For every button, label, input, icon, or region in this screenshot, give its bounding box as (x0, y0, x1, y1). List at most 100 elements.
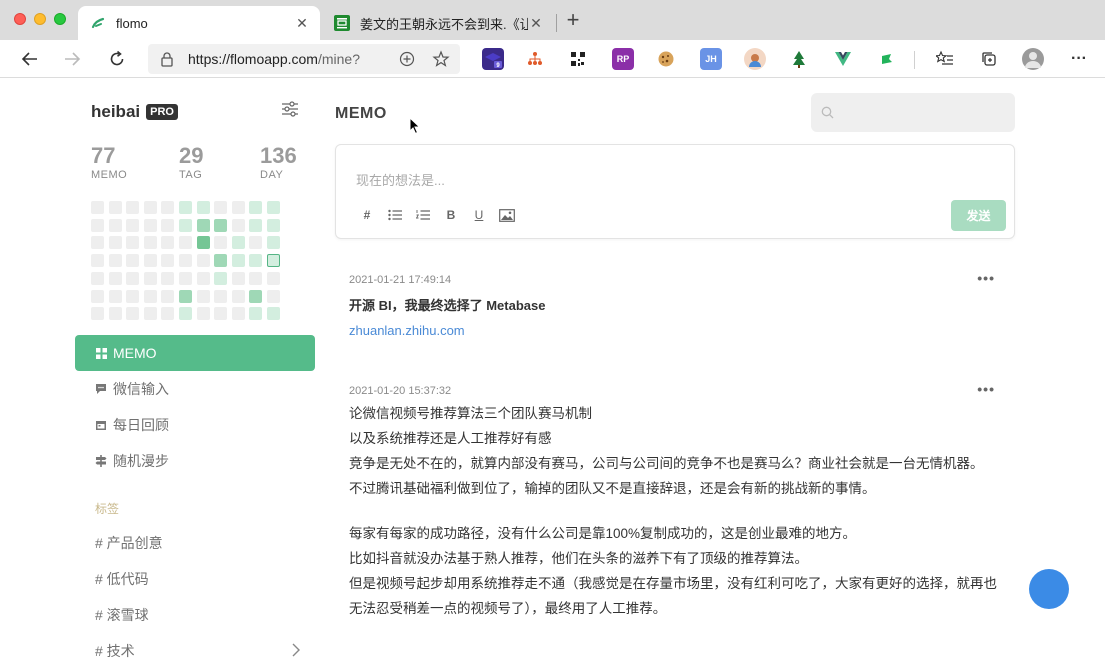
heatmap-cell[interactable] (267, 307, 280, 321)
nav-wechat-input[interactable]: 微信输入 (75, 371, 315, 407)
heatmap-cell[interactable] (249, 254, 263, 268)
heatmap-cell[interactable] (126, 254, 140, 268)
heatmap-cell[interactable] (161, 236, 175, 250)
heatmap-cell[interactable] (267, 236, 280, 250)
heatmap-cell[interactable] (126, 236, 140, 250)
heatmap-cell[interactable] (249, 218, 263, 232)
heatmap-cell[interactable] (91, 218, 104, 232)
tag-item[interactable]: # 滚雪球 (75, 597, 315, 633)
heatmap-cell[interactable] (108, 201, 122, 214)
heatmap-cell[interactable] (267, 271, 280, 285)
heatmap-cell[interactable] (91, 254, 104, 268)
nav-memo[interactable]: MEMO (75, 335, 315, 371)
sitemap-icon[interactable] (524, 48, 546, 70)
heatmap-cell[interactable] (267, 254, 280, 268)
reading-list-icon[interactable] (934, 48, 956, 70)
qrcode-icon[interactable] (567, 48, 589, 70)
heatmap-cell[interactable] (91, 271, 104, 285)
heatmap-cell[interactable] (267, 201, 280, 214)
heatmap-cell[interactable] (161, 218, 175, 232)
heatmap-cell[interactable] (214, 307, 228, 321)
numbered-list-icon[interactable] (414, 207, 432, 223)
collections-icon[interactable] (978, 48, 1000, 70)
heatmap-cell[interactable] (249, 307, 263, 321)
heatmap-cell[interactable] (231, 236, 245, 250)
heatmap-cell[interactable] (267, 289, 280, 303)
hashtag-icon[interactable]: # (358, 207, 376, 223)
heatmap-cell[interactable] (91, 201, 104, 214)
more-options-icon[interactable]: ••• (977, 381, 995, 397)
heatmap-cell[interactable] (126, 271, 140, 285)
flag-icon[interactable] (876, 48, 898, 70)
heatmap-cell[interactable] (214, 289, 228, 303)
tag-item-tech[interactable]: # 技术 (75, 633, 315, 669)
heatmap-cell[interactable] (179, 236, 192, 250)
add-to-collection-icon[interactable] (398, 50, 416, 73)
heatmap-cell[interactable] (161, 271, 175, 285)
heatmap-cell[interactable] (126, 307, 140, 321)
close-tab-icon[interactable]: ✕ (528, 15, 544, 31)
heatmap-cell[interactable] (161, 289, 175, 303)
nav-random-walk[interactable]: 随机漫步 (75, 443, 315, 479)
heatmap-cell[interactable] (91, 307, 104, 321)
floating-action-button[interactable] (1029, 569, 1069, 609)
profile-avatar-icon[interactable] (1022, 48, 1044, 70)
memo-link[interactable]: zhuanlan.zhihu.com (349, 323, 1015, 338)
heatmap-cell[interactable] (249, 236, 263, 250)
underline-icon[interactable]: U (470, 207, 488, 223)
heatmap-cell[interactable] (143, 271, 157, 285)
close-tab-icon[interactable]: ✕ (294, 15, 310, 31)
heatmap-cell[interactable] (161, 201, 175, 214)
heatmap-cell[interactable] (108, 271, 122, 285)
heatmap-cell[interactable] (179, 289, 192, 303)
heatmap-cell[interactable] (231, 201, 245, 214)
tab-douban[interactable]: 姜文的王朝永远不会到来.《让子 ✕ (322, 6, 554, 40)
heatmap-cell[interactable] (143, 307, 157, 321)
heatmap-cell[interactable] (161, 307, 175, 321)
bullet-list-icon[interactable] (386, 207, 404, 223)
heatmap-cell[interactable] (196, 254, 210, 268)
new-tab-button[interactable]: + (562, 9, 584, 32)
heatmap-cell[interactable] (249, 271, 263, 285)
heatmap-cell[interactable] (179, 218, 192, 232)
heatmap-cell[interactable] (196, 307, 210, 321)
heatmap-cell[interactable] (108, 307, 122, 321)
search-input[interactable] (811, 93, 1015, 132)
more-options-icon[interactable]: ••• (977, 270, 995, 286)
heatmap-cell[interactable] (179, 254, 192, 268)
heatmap-cell[interactable] (108, 218, 122, 232)
settings-sliders-icon[interactable] (281, 101, 299, 122)
heatmap-cell[interactable] (214, 218, 228, 232)
memo-editor[interactable]: 现在的想法是... # B U 发送 (335, 144, 1015, 239)
heatmap-cell[interactable] (179, 307, 192, 321)
heatmap-cell[interactable] (214, 271, 228, 285)
heatmap-cell[interactable] (196, 218, 210, 232)
refresh-icon[interactable] (105, 47, 129, 71)
heatmap-cell[interactable] (91, 236, 104, 250)
vue-icon[interactable] (832, 48, 854, 70)
heatmap-cell[interactable] (196, 201, 210, 214)
address-bar[interactable]: https://flomoapp.com/mine? (148, 44, 460, 74)
favorite-star-icon[interactable] (432, 50, 450, 73)
heatmap-cell[interactable] (108, 289, 122, 303)
heatmap-cell[interactable] (161, 254, 175, 268)
tab-flomo[interactable]: flomo ✕ (78, 6, 320, 40)
heatmap-cell[interactable] (249, 289, 263, 303)
heatmap-cell[interactable] (91, 289, 104, 303)
heatmap-cell[interactable] (196, 289, 210, 303)
tag-item[interactable]: # 低代码 (75, 561, 315, 597)
more-menu-icon[interactable]: ··· (1068, 48, 1090, 70)
forward-arrow-icon[interactable] (60, 47, 84, 71)
heatmap-cell[interactable] (196, 236, 210, 250)
cookie-icon[interactable] (655, 48, 677, 70)
heatmap-cell[interactable] (214, 254, 228, 268)
close-window-button[interactable] (14, 13, 26, 25)
heatmap-cell[interactable] (214, 236, 228, 250)
heatmap-cell[interactable] (143, 218, 157, 232)
send-button[interactable]: 发送 (951, 200, 1006, 231)
tag-item[interactable]: # 产品创意 (75, 525, 315, 561)
heatmap-cell[interactable] (231, 218, 245, 232)
heatmap-cell[interactable] (108, 254, 122, 268)
image-icon[interactable] (498, 207, 516, 223)
jh-icon[interactable]: JH (700, 48, 722, 70)
